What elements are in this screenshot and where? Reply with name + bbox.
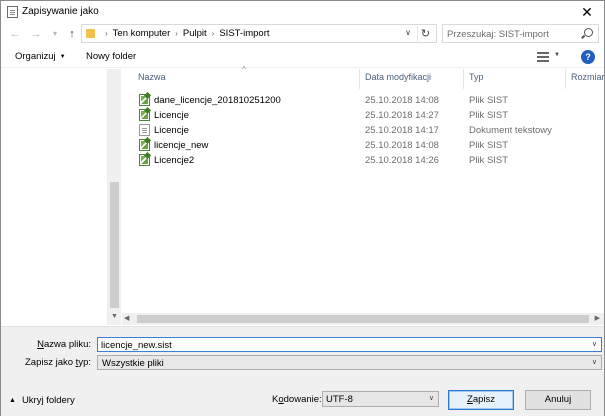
organize-label: Organizuj [15, 51, 56, 62]
file-date: 25.10.2018 14:08 [365, 95, 439, 106]
file-row[interactable]: licencje_new 25.10.2018 14:08 Plik SIST [122, 138, 604, 153]
horizontal-scrollbar[interactable]: ◀ ▶ [122, 313, 604, 325]
navigation-pane[interactable] [1, 69, 108, 393]
close-button[interactable]: ✕ [574, 2, 600, 22]
organize-button[interactable]: Organizuj ▼ [15, 51, 66, 62]
filetype-select[interactable]: Wszystkie pliki ∨ [97, 355, 602, 370]
text-file-icon [139, 124, 150, 136]
column-header-name[interactable]: Nazwa [138, 72, 166, 88]
recent-locations-chevron-icon[interactable]: ▾ [47, 26, 63, 42]
file-row[interactable]: Licencje 25.10.2018 14:17 Dokument tekst… [122, 123, 604, 138]
collapse-caret-icon: ▲ [9, 397, 16, 404]
breadcrumb-pulpit[interactable]: Pulpit [183, 28, 207, 39]
file-type: Plik SIST [469, 140, 509, 151]
address-bar[interactable]: › Ten komputer › Pulpit › SIST-import ∨ … [81, 24, 437, 43]
search-box[interactable] [442, 24, 599, 43]
command-toolbar: Organizuj ▼ Nowy folder ▼ ? [1, 46, 604, 68]
encoding-value: UTF-8 [326, 394, 353, 405]
file-date: 25.10.2018 14:26 [365, 155, 439, 166]
dropdown-triangle-icon: ▼ [59, 54, 66, 60]
filename-label: Nazwa pliku: [37, 339, 91, 350]
encoding-select[interactable]: UTF-8 ∨ [322, 391, 439, 407]
sist-file-icon [139, 154, 150, 166]
file-name: Licencje [154, 125, 189, 136]
column-header-date[interactable]: Data modyfikacji [365, 72, 431, 88]
file-row[interactable]: dane_licencje_201810251200 25.10.2018 14… [122, 93, 604, 108]
horizontal-scroll-thumb[interactable] [137, 315, 589, 323]
sist-file-icon [139, 139, 150, 151]
file-date: 25.10.2018 14:27 [365, 110, 439, 121]
file-date: 25.10.2018 14:08 [365, 140, 439, 151]
file-date: 25.10.2018 14:17 [365, 125, 439, 136]
file-type: Plik SIST [469, 110, 509, 121]
sist-file-icon [139, 94, 150, 106]
filename-combobox[interactable]: ∨ [97, 337, 602, 352]
column-divider[interactable] [463, 69, 464, 89]
file-row[interactable]: Licencje2 25.10.2018 14:26 Plik SIST [122, 153, 604, 168]
encoding-label: Kodowanie: [272, 394, 322, 405]
file-name: licencje_new [154, 140, 209, 151]
file-type: Dokument tekstowy [469, 125, 552, 136]
breadcrumb-sist-import[interactable]: SIST-import [219, 28, 269, 39]
refresh-icon[interactable]: ↻ [417, 26, 433, 42]
breadcrumb-separator: › [105, 29, 108, 38]
scroll-left-arrow-icon[interactable]: ◀ [124, 314, 129, 322]
view-dropdown-triangle-icon[interactable]: ▼ [554, 52, 560, 58]
search-input[interactable] [447, 27, 577, 41]
search-icon[interactable] [584, 28, 593, 37]
scroll-right-arrow-icon[interactable]: ▶ [595, 314, 600, 322]
new-folder-button[interactable]: Nowy folder [86, 51, 136, 62]
column-divider[interactable] [359, 69, 360, 89]
hide-folders-button[interactable]: ▲ Ukryj foldery [9, 395, 75, 406]
file-name: Licencje2 [154, 155, 195, 166]
view-options-icon[interactable] [537, 52, 549, 62]
filename-input[interactable] [101, 339, 581, 351]
title-bar: Zapisywanie jako ✕ [1, 1, 604, 23]
save-form: Nazwa pliku: ∨ Zapisz jako typ: Wszystki… [1, 326, 604, 416]
filetype-value: Wszystkie pliki [102, 358, 164, 369]
save-as-dialog: Zapisywanie jako ✕ ← → ▾ ↑ › Ten kompute… [0, 0, 605, 416]
window-title: Zapisywanie jako [22, 6, 99, 17]
folder-icon [86, 29, 95, 38]
scroll-down-arrow-icon[interactable]: ▼ [109, 313, 120, 320]
sort-ascending-icon: ^ [242, 65, 246, 74]
save-button[interactable]: Zapisz [448, 390, 514, 410]
up-arrow-icon[interactable]: ↑ [64, 26, 80, 42]
sist-file-icon [139, 109, 150, 121]
file-list[interactable]: ^ Nazwa Data modyfikacji Typ Rozmiar dan… [122, 65, 605, 313]
column-header-size[interactable]: Rozmiar [571, 72, 605, 88]
file-type: Plik SIST [469, 95, 509, 106]
file-name: dane_licencje_201810251200 [154, 95, 281, 106]
help-icon[interactable]: ? [581, 50, 595, 64]
navigation-pane-scroll-thumb[interactable] [110, 182, 119, 308]
file-name: Licencje [154, 110, 189, 121]
breadcrumb-ten-komputer[interactable]: Ten komputer [113, 28, 171, 39]
document-icon [7, 6, 18, 18]
breadcrumb-separator: › [175, 29, 178, 38]
file-type: Plik SIST [469, 155, 509, 166]
chevron-down-icon[interactable]: ∨ [429, 394, 434, 402]
breadcrumb: › Ten komputer › Pulpit › SIST-import [100, 28, 270, 39]
forward-arrow-icon[interactable]: → [28, 26, 44, 42]
filetype-label: Zapisz jako typ: [24, 357, 91, 368]
address-row: ← → ▾ ↑ › Ten komputer › Pulpit › SIST-i… [1, 23, 604, 45]
hide-folders-label: Ukryj foldery [21, 395, 75, 406]
chevron-down-icon[interactable]: ∨ [592, 358, 597, 366]
column-header-type[interactable]: Typ [469, 72, 484, 88]
back-arrow-icon[interactable]: ← [7, 26, 23, 42]
chevron-down-icon[interactable]: ∨ [592, 340, 597, 348]
column-divider[interactable] [565, 69, 566, 89]
file-row[interactable]: Licencje 25.10.2018 14:27 Plik SIST [122, 108, 604, 123]
address-dropdown-chevron-icon[interactable]: ∨ [402, 28, 414, 37]
breadcrumb-separator: › [211, 29, 215, 38]
cancel-button[interactable]: Anuluj [525, 390, 591, 410]
